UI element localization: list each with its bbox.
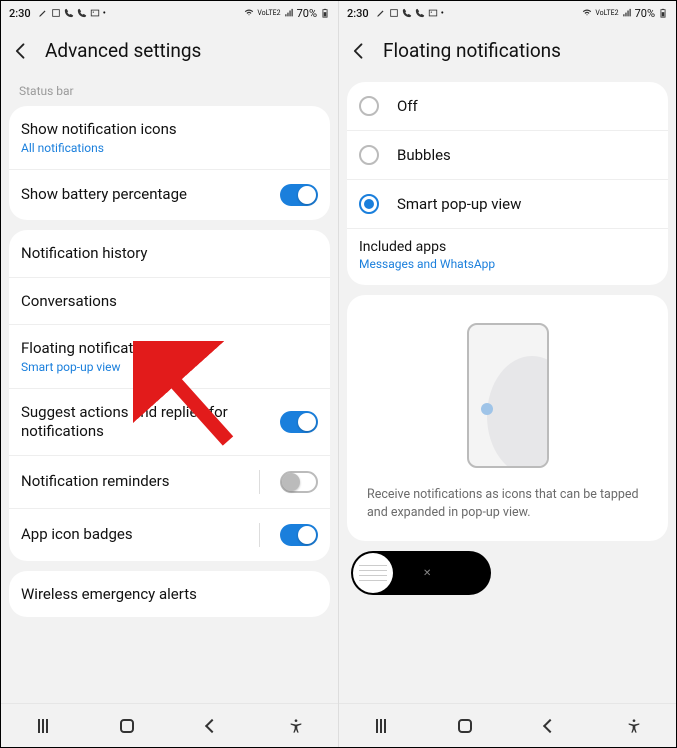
more-dot-icon: • [103, 8, 106, 19]
call-icon [64, 8, 74, 18]
navbar [1, 703, 338, 747]
nav-recent[interactable] [32, 715, 54, 737]
popup-pill-thumb-icon [353, 553, 393, 593]
toggle-battery-pct[interactable] [280, 184, 318, 206]
radio-off[interactable] [359, 96, 379, 116]
toggle-suggest[interactable] [280, 411, 318, 433]
phone-preview-icon [467, 323, 549, 468]
nav-accessibility[interactable] [623, 715, 645, 737]
back-icon[interactable] [349, 41, 369, 61]
call-icon-2 [415, 8, 425, 18]
row-included-apps[interactable]: Included apps Messages and WhatsApp [347, 229, 668, 285]
radio-smart[interactable] [359, 194, 379, 214]
row-notification-reminders[interactable]: Notification reminders [9, 456, 330, 509]
row-notification-history[interactable]: Notification history [9, 230, 330, 278]
signal-icon [622, 8, 632, 18]
battery-icon [658, 8, 668, 18]
screenshot-icon [51, 8, 61, 18]
close-icon[interactable]: ✕ [423, 568, 431, 579]
status-bar: 2:30 • VoLTE2 70% [1, 1, 338, 25]
nav-back[interactable] [539, 715, 561, 737]
image-icon [90, 8, 100, 18]
card-options: Off Bubbles Smart pop-up view Included a… [347, 82, 668, 285]
status-bar: 2:30 • VoLTE2 70% [339, 1, 676, 25]
preview-card: Receive notifications as icons that can … [347, 295, 668, 541]
wifi-icon [244, 8, 254, 18]
page-title: Advanced settings [45, 39, 201, 62]
radio-bubbles[interactable] [359, 145, 379, 165]
call-icon [402, 8, 412, 18]
status-time: 2:30 [9, 7, 31, 20]
row-suggest-actions[interactable]: Suggest actions and replies for notifica… [9, 389, 330, 456]
nav-home[interactable] [454, 715, 476, 737]
row-title: Show battery percentage [21, 185, 270, 204]
row-show-notification-icons[interactable]: Show notification icons All notification… [9, 106, 330, 170]
edit-icon [38, 8, 48, 18]
divider [259, 523, 260, 547]
edit-icon [376, 8, 386, 18]
preview-description: Receive notifications as icons that can … [367, 486, 648, 521]
toggle-reminders[interactable] [280, 471, 318, 493]
card-statusbar: Show notification icons All notification… [9, 106, 330, 220]
section-label-statusbar: Status bar [9, 76, 330, 100]
radio-row-bubbles[interactable]: Bubbles [347, 131, 668, 180]
page-title: Floating notifications [383, 39, 561, 62]
nav-accessibility[interactable] [285, 715, 307, 737]
volte-label: VoLTE2 [595, 10, 618, 17]
header: Floating notifications [339, 25, 676, 76]
radio-row-off[interactable]: Off [347, 82, 668, 131]
signal-icon [284, 8, 294, 18]
card-notifications: Notification history Conversations Float… [9, 230, 330, 561]
battery-pct: 70% [635, 7, 655, 20]
navbar [339, 703, 676, 747]
battery-pct: 70% [297, 7, 317, 20]
row-sub: All notifications [21, 141, 318, 155]
nav-home[interactable] [116, 715, 138, 737]
radio-row-smart[interactable]: Smart pop-up view [347, 180, 668, 229]
row-app-icon-badges[interactable]: App icon badges [9, 509, 330, 561]
status-time: 2:30 [347, 7, 369, 20]
row-title: Show notification icons [21, 120, 318, 139]
screen-advanced-settings: 2:30 • VoLTE2 70% Advanced settings Stat… [1, 1, 339, 747]
wifi-icon [582, 8, 592, 18]
row-conversations[interactable]: Conversations [9, 278, 330, 326]
nav-back[interactable] [201, 715, 223, 737]
header: Advanced settings [1, 25, 338, 76]
more-dot-icon: • [441, 8, 444, 19]
volte-label: VoLTE2 [257, 10, 280, 17]
screen-floating-notifications: 2:30 • VoLTE2 70% Floating notifications [339, 1, 676, 747]
row-show-battery-percentage[interactable]: Show battery percentage [9, 170, 330, 220]
divider [259, 470, 260, 494]
popup-pill[interactable]: ✕ [351, 551, 491, 595]
row-wireless-alerts[interactable]: Wireless emergency alerts [9, 571, 330, 618]
image-icon [428, 8, 438, 18]
row-floating-notifications[interactable]: Floating notifications Smart pop-up view [9, 325, 330, 389]
card-wireless-alerts: Wireless emergency alerts [9, 571, 330, 618]
battery-icon [320, 8, 330, 18]
call-icon-2 [77, 8, 87, 18]
nav-recent[interactable] [370, 715, 392, 737]
screenshot-icon [389, 8, 399, 18]
back-icon[interactable] [11, 41, 31, 61]
toggle-badges[interactable] [280, 524, 318, 546]
